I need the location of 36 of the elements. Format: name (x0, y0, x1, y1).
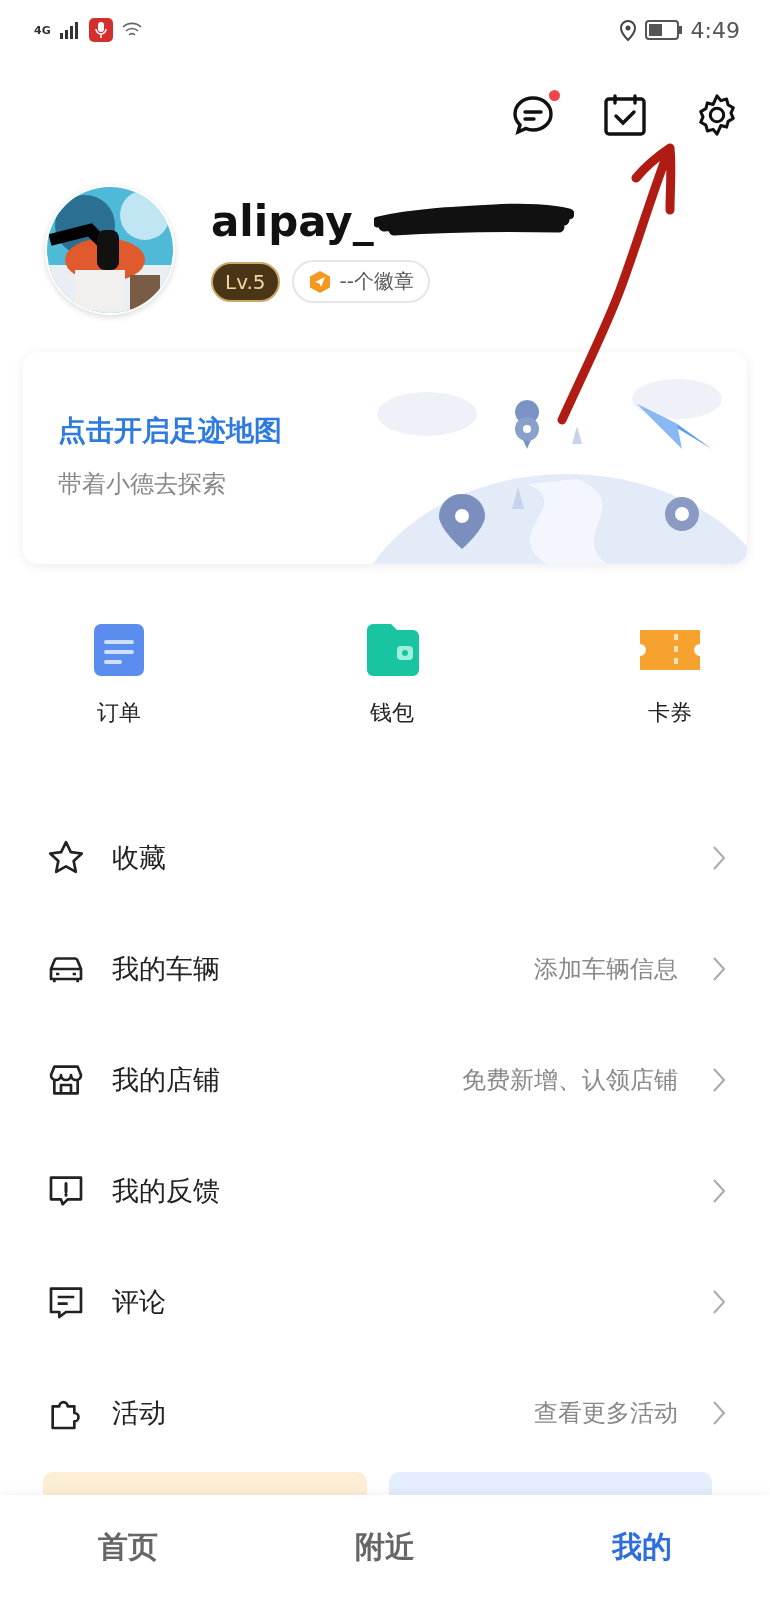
shortcut-button[interactable]: 钱包 (363, 622, 421, 728)
nav-tab[interactable]: 首页 (78, 1517, 179, 1578)
footprint-card[interactable]: 点击开启足迹地图 带着小德去探索 (23, 352, 747, 564)
chevron-right-icon (712, 955, 726, 982)
chevron-right-icon (712, 844, 726, 871)
shortcut-button[interactable]: 卡券 (638, 622, 702, 728)
chevron-right-icon (712, 1177, 726, 1204)
clock-time: 4:49 (690, 17, 740, 43)
card-title: 点击开启足迹地图 (58, 413, 282, 449)
document-icon (92, 622, 146, 678)
chevron-right-icon (712, 1399, 726, 1426)
signal-icon (58, 21, 81, 39)
menu-item[interactable]: 我的反馈 (0, 1135, 770, 1246)
microphone-icon (88, 18, 113, 42)
menu-item[interactable]: 评论 (0, 1246, 770, 1357)
menu-item[interactable]: 活动 查看更多活动 (0, 1357, 770, 1468)
menu-hint: 免费新增、认领店铺 (462, 1064, 678, 1096)
chevron-right-icon (712, 1066, 726, 1093)
menu-hint: 查看更多活动 (534, 1397, 678, 1429)
username: alipay_ (211, 197, 374, 246)
nav-tab[interactable]: 我的 (591, 1517, 692, 1578)
badges-button[interactable]: --个徽章 (291, 260, 430, 303)
chevron-right-icon (712, 1288, 726, 1315)
menu-hint: 添加车辆信息 (534, 953, 678, 985)
menu-item[interactable]: 我的车辆 添加车辆信息 (0, 913, 770, 1024)
card-subtitle: 带着小德去探索 (58, 469, 227, 500)
menu-item[interactable]: 我的店铺 免费新增、认领店铺 (0, 1024, 770, 1135)
level-badge: Lv.5 (211, 261, 280, 302)
calendar-check-icon[interactable] (602, 94, 648, 136)
shortcut-button[interactable]: 订单 (92, 622, 146, 728)
battery-icon (644, 20, 683, 40)
nav-tab[interactable]: 附近 (335, 1517, 435, 1578)
badge-icon (307, 269, 332, 294)
location-icon (618, 19, 637, 41)
menu-item[interactable]: 收藏 (0, 802, 770, 913)
network-label: 4G (34, 23, 51, 37)
